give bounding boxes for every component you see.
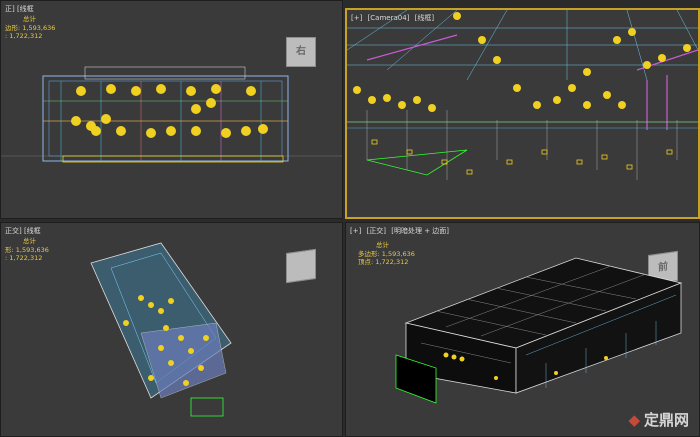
camera-wireframe xyxy=(347,10,698,180)
shaded-model xyxy=(395,257,683,404)
viewport-ortho-shaded[interactable]: [+] [正交] [明暗处理 + 边面] 总计 多边形: 1,593,636 顶… xyxy=(345,222,700,437)
viewport-ortho-wire[interactable]: 正交] [线框 总计 形: 1,593,636 : 1,722,312 xyxy=(0,222,343,437)
ortho-wireframe xyxy=(90,242,232,417)
viewport-front[interactable]: 正] [线框 总计 边形: 1,593,636 : 1,722,312 右 xyxy=(0,0,343,219)
watermark-logo-icon: ◆ xyxy=(628,411,640,429)
viewport-camera[interactable]: [+] [Camera04] [线框] xyxy=(345,8,700,219)
watermark: ◆ 定鼎网 xyxy=(628,409,689,430)
front-wireframe xyxy=(1,66,342,163)
watermark-text: 定鼎网 xyxy=(643,411,689,429)
